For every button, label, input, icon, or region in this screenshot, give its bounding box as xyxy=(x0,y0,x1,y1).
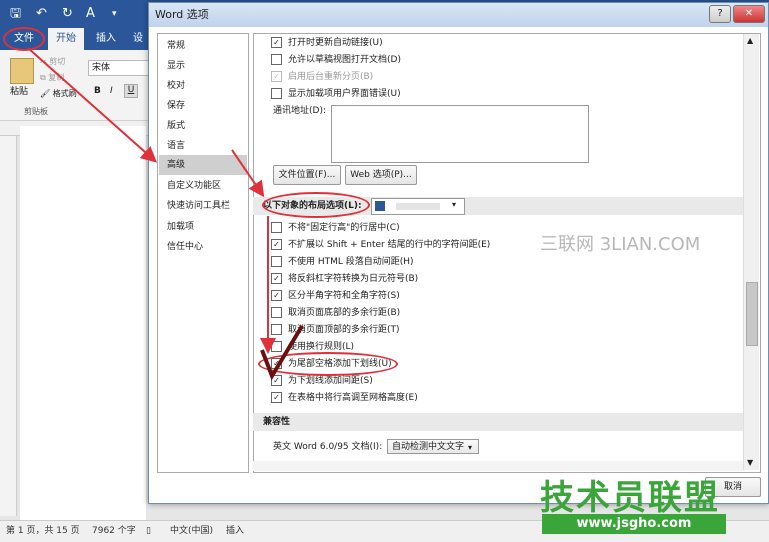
arrow-to-advanced xyxy=(27,47,157,163)
watermark-sanlian: 三联网 3LIAN.COM xyxy=(540,234,701,255)
watermark-jsgho-title: 技术员联盟 xyxy=(540,478,720,518)
annotation-arrows xyxy=(27,47,304,381)
arrow-to-layout-options xyxy=(231,149,265,198)
watermark-jsgho-url: www.jsgho.com xyxy=(542,514,726,534)
